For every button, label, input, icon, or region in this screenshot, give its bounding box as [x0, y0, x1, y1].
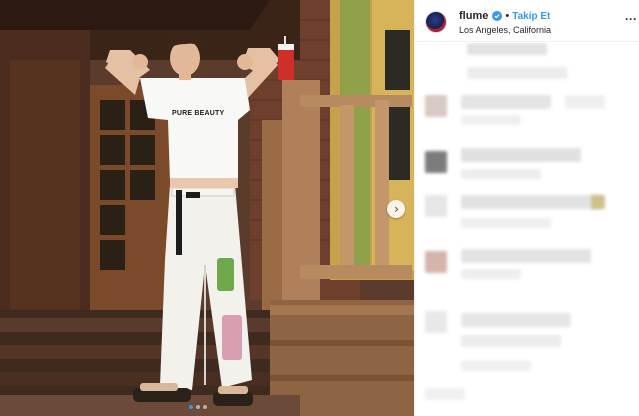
verified-badge-icon: [492, 11, 503, 21]
instagram-post: PURE BEAUTY › flume • Takip Et Los Angel…: [0, 0, 639, 416]
carousel-indicator: [189, 405, 207, 409]
username-link[interactable]: flume: [459, 10, 488, 22]
comments-blurred: [415, 43, 639, 416]
separator-dot: •: [505, 10, 510, 22]
carousel-dot-3: [203, 405, 207, 409]
more-options-icon[interactable]: ···: [625, 12, 637, 26]
chevron-right-icon: ›: [394, 202, 399, 216]
location-link[interactable]: Los Angeles, California: [459, 25, 551, 35]
post-header: flume • Takip Et Los Angeles, California…: [415, 0, 639, 42]
post-photo[interactable]: PURE BEAUTY ›: [0, 0, 414, 416]
carousel-next-button[interactable]: ›: [387, 200, 405, 218]
carousel-dot-1: [189, 405, 193, 409]
avatar[interactable]: [425, 11, 447, 33]
photo-illustration: [0, 0, 414, 416]
username-row: flume • Takip Et: [459, 10, 550, 22]
shirt-print-text: PURE BEAUTY: [172, 110, 225, 117]
post-side-panel: flume • Takip Et Los Angeles, California…: [414, 0, 639, 416]
carousel-dot-2: [196, 405, 200, 409]
follow-button[interactable]: Takip Et: [512, 11, 550, 22]
